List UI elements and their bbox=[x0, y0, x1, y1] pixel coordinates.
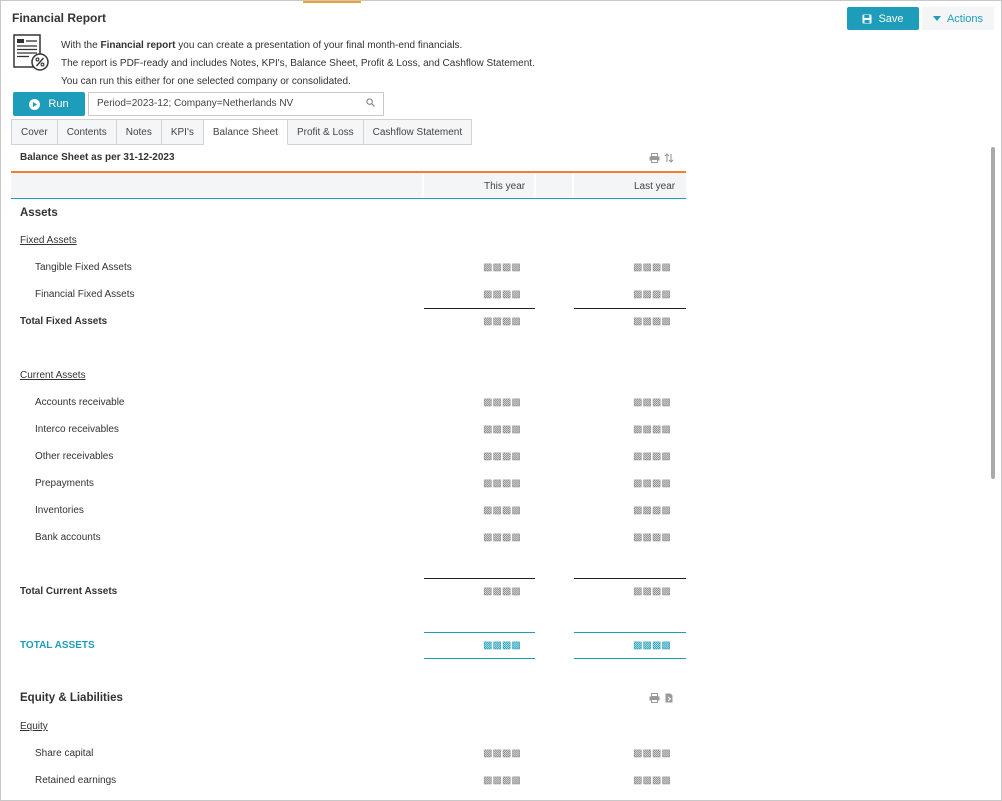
sort-arrows-icon[interactable] bbox=[664, 153, 674, 163]
equity-heading: Equity bbox=[20, 721, 48, 732]
fixed-assets-heading: Fixed Assets bbox=[20, 235, 77, 246]
column-header-label-cell bbox=[11, 173, 422, 199]
value-this-year: ▩▩▩▩ bbox=[483, 748, 521, 759]
parameters-input[interactable]: Period=2023-12; Company=Netherlands NV bbox=[88, 92, 384, 116]
row-bank-accounts: Bank accounts bbox=[35, 532, 101, 543]
value-this-year: ▩▩▩▩ bbox=[483, 262, 521, 273]
intro-line-2: The report is PDF-ready and includes Not… bbox=[61, 58, 535, 69]
subtotal-line bbox=[574, 308, 686, 309]
value-last-year: ▩▩▩▩ bbox=[633, 478, 671, 489]
intro-line-3: You can run this either for one selected… bbox=[61, 76, 351, 87]
value-this-year: ▩▩▩▩ bbox=[483, 775, 521, 786]
grand-total-line bbox=[424, 658, 535, 659]
save-button-label: Save bbox=[878, 12, 904, 25]
value-this-year: ▩▩▩▩ bbox=[483, 289, 521, 300]
floppy-disk-icon bbox=[862, 14, 872, 23]
value-this-year: ▩▩▩▩ bbox=[483, 397, 521, 408]
grand-total-line bbox=[574, 632, 686, 633]
caret-down-icon bbox=[932, 15, 941, 21]
column-header-last-year: Last year bbox=[634, 181, 676, 192]
value-last-year: ▩▩▩▩ bbox=[633, 424, 671, 435]
tab-notes[interactable]: Notes bbox=[116, 119, 162, 145]
value-this-year: ▩▩▩▩ bbox=[483, 505, 521, 516]
subtotal-line bbox=[424, 578, 535, 579]
grand-total-line bbox=[424, 632, 535, 633]
row-tangible-fixed-assets: Tangible Fixed Assets bbox=[35, 262, 132, 273]
value-this-year: ▩▩▩▩ bbox=[483, 478, 521, 489]
row-accounts-receivable: Accounts receivable bbox=[35, 397, 125, 408]
sheet-toolbar bbox=[649, 153, 674, 163]
intro-text: With the Financial report you can create… bbox=[61, 37, 535, 91]
report-percent-icon bbox=[13, 34, 49, 71]
play-circle-icon bbox=[29, 98, 41, 110]
print-icon[interactable] bbox=[649, 693, 660, 703]
save-button[interactable]: Save bbox=[847, 7, 919, 30]
report-tabs: Cover Contents Notes KPI's Balance Sheet… bbox=[11, 119, 473, 145]
export-file-icon[interactable] bbox=[665, 693, 673, 703]
run-button[interactable]: Run bbox=[13, 92, 85, 116]
value-last-year: ▩▩▩▩ bbox=[633, 289, 671, 300]
value-last-year: ▩▩▩▩ bbox=[633, 505, 671, 516]
value-last-year: ▩▩▩▩ bbox=[633, 748, 671, 759]
subtotal-line bbox=[424, 308, 535, 309]
financial-report-window: Financial Report Save Actions With the F… bbox=[0, 0, 1002, 801]
search-icon[interactable] bbox=[366, 98, 375, 107]
value-this-year: ▩▩▩▩ bbox=[483, 640, 521, 651]
tab-balance-sheet[interactable]: Balance Sheet bbox=[203, 119, 288, 145]
column-header-spacer-cell bbox=[536, 173, 572, 199]
equity-toolbar bbox=[649, 693, 673, 703]
value-last-year: ▩▩▩▩ bbox=[633, 451, 671, 462]
tab-profit-loss[interactable]: Profit & Loss bbox=[287, 119, 364, 145]
value-this-year: ▩▩▩▩ bbox=[483, 451, 521, 462]
page-title: Financial Report bbox=[12, 11, 107, 25]
row-inventories: Inventories bbox=[35, 505, 84, 516]
equity-liabilities-heading: Equity & Liabilities bbox=[20, 692, 123, 704]
header-divider bbox=[11, 198, 686, 199]
value-last-year: ▩▩▩▩ bbox=[633, 775, 671, 786]
actions-button[interactable]: Actions bbox=[922, 7, 994, 30]
column-header-this-year: This year bbox=[484, 181, 526, 192]
row-interco-receivables: Interco receivables bbox=[35, 424, 119, 435]
parameters-value: Period=2023-12; Company=Netherlands NV bbox=[97, 98, 294, 109]
row-retained-earnings: Retained earnings bbox=[35, 775, 117, 786]
actions-button-label: Actions bbox=[946, 12, 984, 25]
assets-heading: Assets bbox=[20, 207, 58, 219]
row-share-capital: Share capital bbox=[35, 748, 94, 759]
value-this-year: ▩▩▩▩ bbox=[483, 586, 521, 597]
row-total-assets: TOTAL ASSETS bbox=[20, 640, 95, 651]
value-last-year: ▩▩▩▩ bbox=[633, 640, 671, 651]
row-prepayments: Prepayments bbox=[35, 478, 94, 489]
value-this-year: ▩▩▩▩ bbox=[483, 532, 521, 543]
row-financial-fixed-assets: Financial Fixed Assets bbox=[35, 289, 135, 300]
print-icon[interactable] bbox=[649, 153, 660, 163]
intro-line-1: With the Financial report you can create… bbox=[61, 40, 463, 51]
value-last-year: ▩▩▩▩ bbox=[633, 397, 671, 408]
value-this-year: ▩▩▩▩ bbox=[483, 424, 521, 435]
run-button-label: Run bbox=[48, 98, 69, 110]
row-other-receivables: Other receivables bbox=[35, 451, 114, 462]
row-total-fixed-assets: Total Fixed Assets bbox=[20, 316, 108, 327]
subtotal-line bbox=[574, 578, 686, 579]
value-last-year: ▩▩▩▩ bbox=[633, 316, 671, 327]
value-last-year: ▩▩▩▩ bbox=[633, 532, 671, 543]
value-last-year: ▩▩▩▩ bbox=[633, 586, 671, 597]
balance-sheet-title: Balance Sheet as per 31-12-2023 bbox=[20, 152, 175, 163]
tab-cashflow-statement[interactable]: Cashflow Statement bbox=[363, 119, 473, 145]
tab-contents[interactable]: Contents bbox=[57, 119, 117, 145]
value-last-year: ▩▩▩▩ bbox=[633, 262, 671, 273]
vertical-scrollbar[interactable] bbox=[991, 147, 995, 479]
top-accent-bar bbox=[303, 1, 361, 3]
row-total-current-assets: Total Current Assets bbox=[20, 586, 118, 597]
grand-total-line bbox=[574, 658, 686, 659]
value-this-year: ▩▩▩▩ bbox=[483, 316, 521, 327]
tab-kpis[interactable]: KPI's bbox=[161, 119, 204, 145]
current-assets-heading: Current Assets bbox=[20, 370, 86, 381]
tab-cover[interactable]: Cover bbox=[11, 119, 58, 145]
